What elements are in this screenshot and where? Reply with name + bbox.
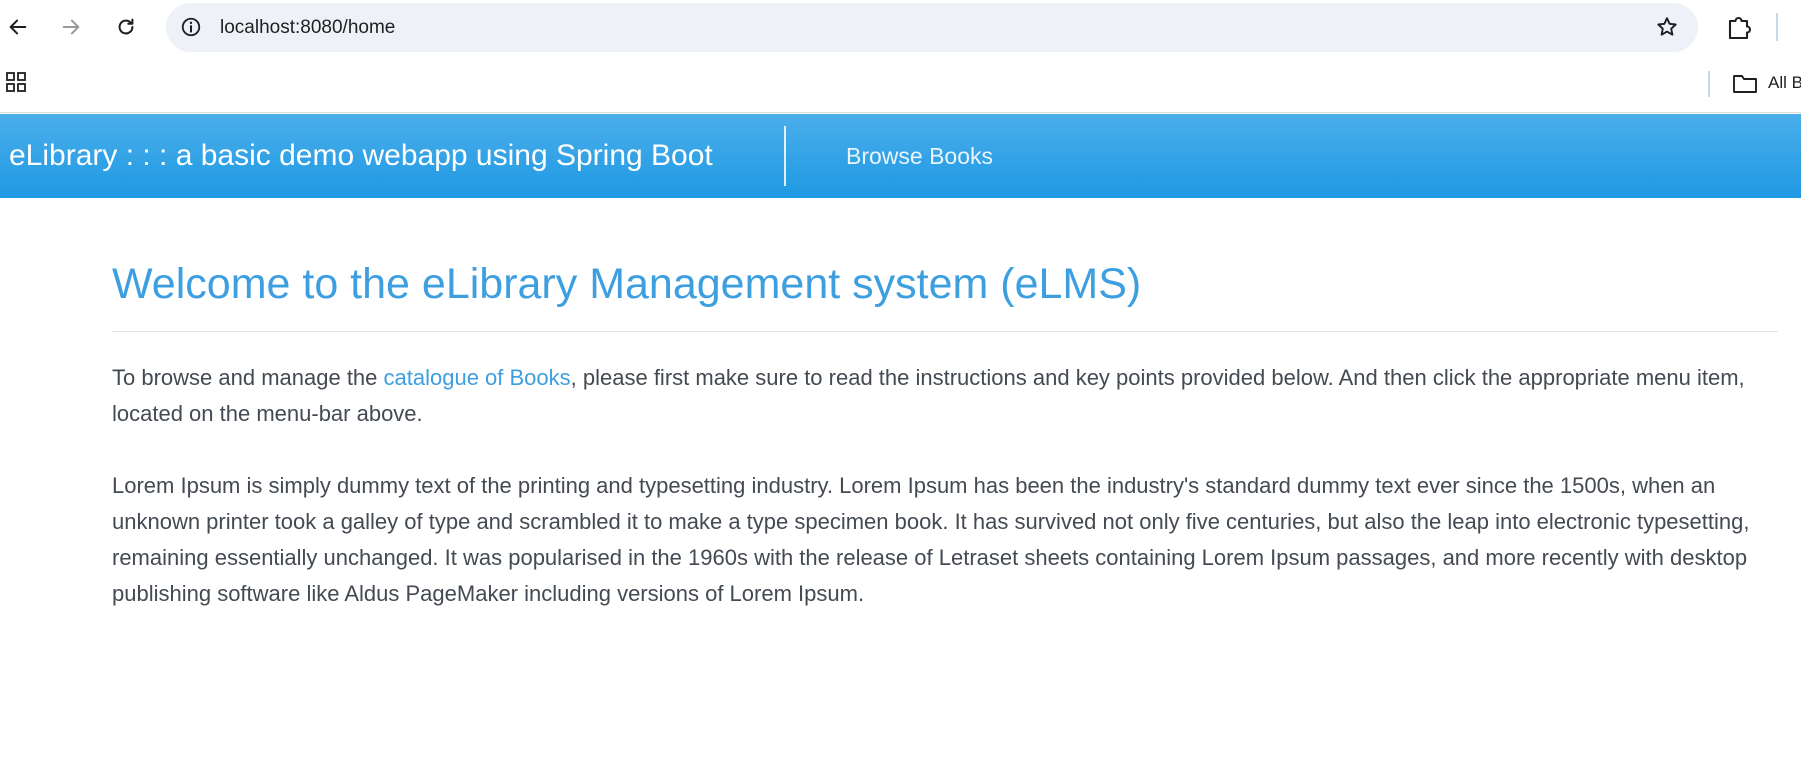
reload-button[interactable] [108,9,144,45]
all-bookmarks-button[interactable]: All Bookmarks [1732,70,1801,96]
title-divider [112,331,1778,332]
back-arrow-icon [9,19,27,35]
main-content: Welcome to the eLibrary Management syste… [112,198,1778,612]
toolbar-separator [1776,13,1778,41]
lorem-paragraph: Lorem Ipsum is simply dummy text of the … [112,473,1750,606]
bookmarks-separator [1708,71,1710,97]
app-navbar: eLibrary : : : a basic demo webapp using… [0,114,1801,198]
browser-toolbar: localhost:8080/home [0,0,1801,54]
star-icon[interactable] [1655,15,1679,39]
intro-paragraph: To browse and manage the catalogue of Bo… [112,360,1778,432]
forward-arrow-icon [62,19,80,35]
nav-link-browse-books[interactable]: Browse Books [846,114,993,198]
reload-icon [118,18,134,35]
apps-grid-icon[interactable] [4,70,28,94]
catalogue-link[interactable]: catalogue of Books [384,365,571,390]
puzzle-icon[interactable] [1722,10,1756,44]
page-title: Welcome to the eLibrary Management syste… [112,260,1142,308]
info-icon[interactable] [180,16,202,38]
navbar-divider [784,126,786,186]
address-bar[interactable]: localhost:8080/home [166,3,1698,52]
intro-text-before: To browse and manage the [112,365,384,390]
forward-button[interactable] [53,9,89,45]
back-button[interactable] [0,9,36,45]
brand-title[interactable]: eLibrary : : : a basic demo webapp using… [9,114,713,198]
folder-icon [1733,75,1757,93]
bookmarks-bar: All Bookmarks [0,54,1801,113]
url-text[interactable]: localhost:8080/home [220,3,395,52]
all-bookmarks-label: All Bookmarks [1768,73,1801,92]
